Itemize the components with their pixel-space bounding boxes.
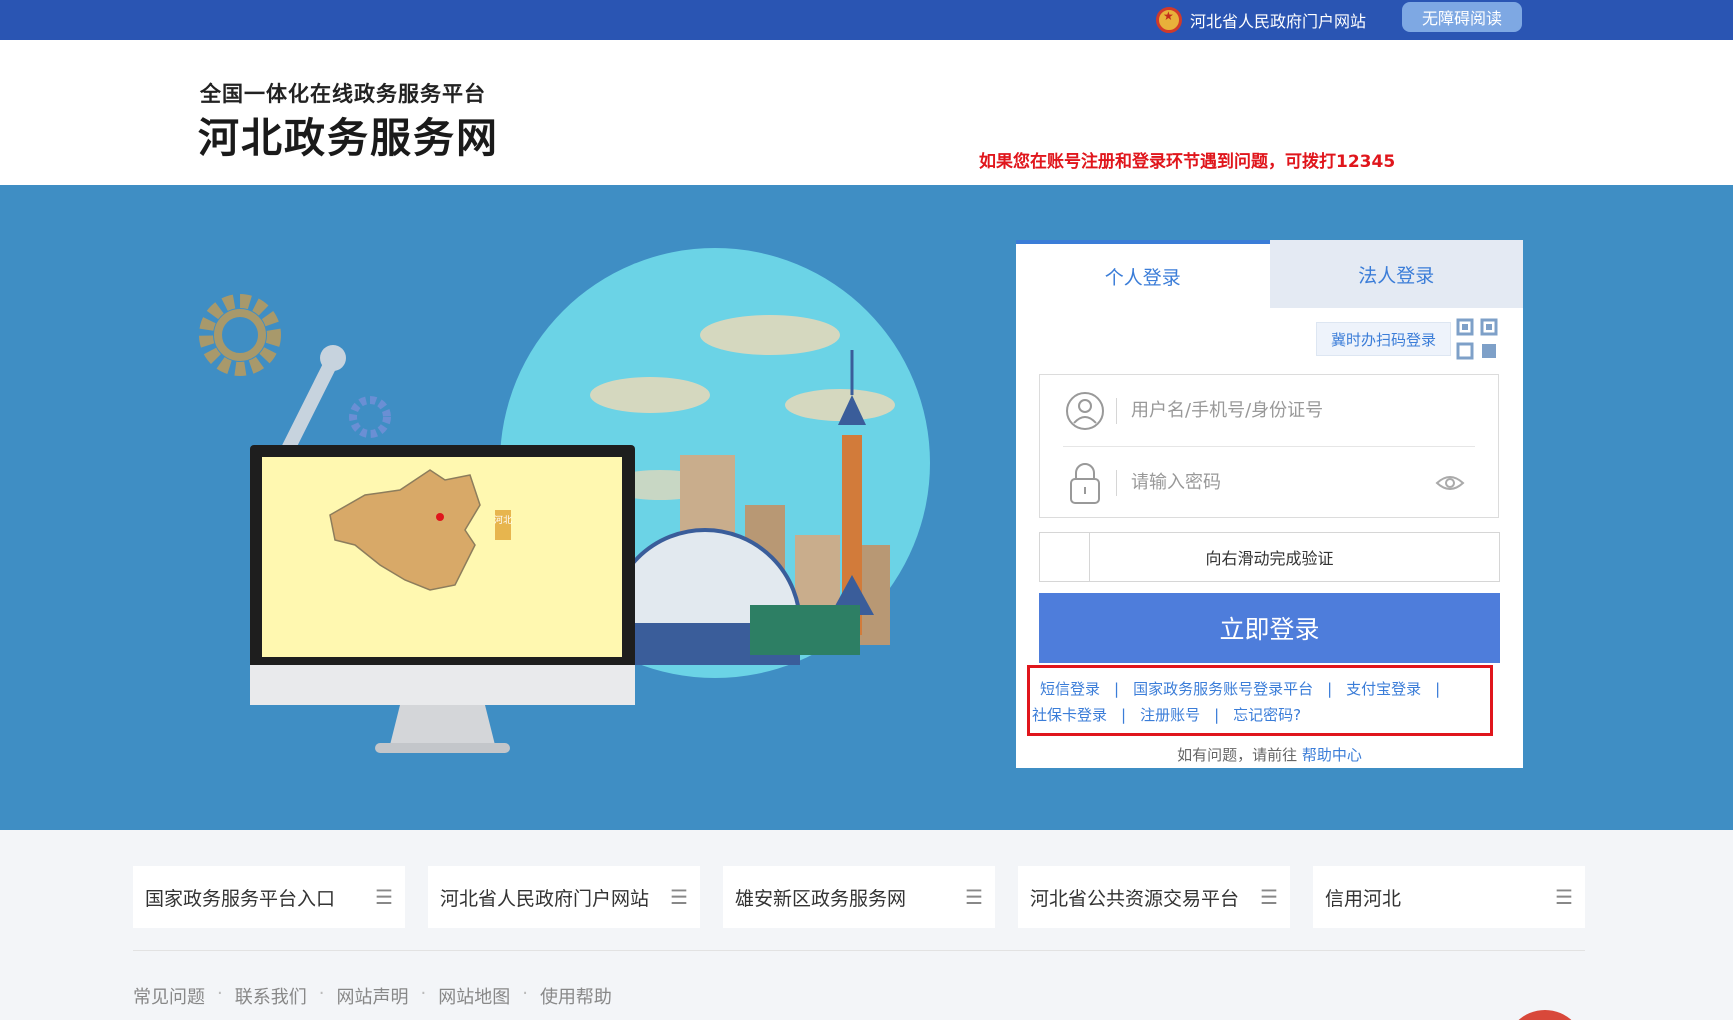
help-center-link[interactable]: 帮助中心 [1302, 746, 1362, 764]
tab-personal-login[interactable]: 个人登录 [1016, 240, 1270, 308]
alt-links-row-2: 社保卡登录 | 注册账号 | 忘记密码? [1032, 704, 1302, 725]
footer-link-contact[interactable]: 联系我们 [235, 983, 307, 1009]
forgot-password-link[interactable]: 忘记密码? [1233, 704, 1301, 725]
footer-link-statement[interactable]: 网站声明 [336, 983, 408, 1009]
quick-link-label: 国家政务服务平台入口 [145, 887, 336, 910]
national-account-login-link[interactable]: 国家政务服务账号登录平台 [1133, 678, 1313, 699]
slide-verify-track[interactable]: 向右滑动完成验证 [1039, 532, 1500, 582]
footer-link-sitemap[interactable]: 网站地图 [438, 983, 510, 1009]
gov-portal-link[interactable]: 河北省人民政府门户网站 [1156, 5, 1366, 35]
quick-link-card[interactable]: 信用河北 ☰ [1313, 866, 1585, 928]
tab-corporate-login[interactable]: 法人登录 [1269, 240, 1523, 308]
small-gear-icon [349, 396, 391, 438]
menu-icon[interactable]: ☰ [670, 885, 688, 909]
footer-divider [133, 950, 1585, 951]
site-header: 全国一体化在线政务服务平台 河北政务服务网 如果您在账号注册和登录环节遇到问题，… [0, 40, 1733, 185]
corner-badge [1505, 1010, 1585, 1020]
user-icon [1060, 386, 1110, 436]
social-card-login-link[interactable]: 社保卡登录 [1032, 704, 1107, 725]
menu-icon[interactable]: ☰ [375, 885, 393, 909]
footer-link-help[interactable]: 使用帮助 [540, 983, 612, 1009]
show-password-eye-icon[interactable] [1428, 461, 1472, 505]
quick-link-label: 雄安新区政务服务网 [735, 887, 907, 910]
lock-icon [1060, 458, 1110, 508]
wrench-icon [278, 358, 337, 462]
quick-link-label: 河北省人民政府门户网站 [440, 887, 650, 910]
register-link[interactable]: 注册账号 [1140, 704, 1200, 725]
slide-verify-handle[interactable] [1040, 533, 1090, 581]
footer-links: 常见问题 · 联系我们 · 网站声明 · 网站地图 · 使用帮助 [133, 983, 612, 1009]
menu-icon[interactable]: ☰ [1260, 885, 1278, 909]
qr-code-icon[interactable] [1456, 318, 1500, 362]
map-label: 河北 [494, 514, 512, 526]
site-title: 河北政务服务网 [198, 114, 499, 162]
footer-link-faq[interactable]: 常见问题 [133, 983, 205, 1009]
password-row [1040, 447, 1498, 518]
hero-banner: 河北 个人登录 法人登录 冀时办扫码登录 用户名/手机号/身份证号 向右滑动完成… [0, 185, 1733, 830]
quick-link-card[interactable]: 河北省人民政府门户网站 ☰ [428, 866, 700, 928]
field-separator [1116, 397, 1117, 424]
quick-link-label: 河北省公共资源交易平台 [1030, 887, 1240, 910]
login-panel: 个人登录 法人登录 冀时办扫码登录 用户名/手机号/身份证号 向右滑动完成验证 … [1016, 240, 1523, 768]
login-button[interactable]: 立即登录 [1039, 593, 1500, 663]
login-tabs: 个人登录 法人登录 [1016, 240, 1523, 308]
sms-login-link[interactable]: 短信登录 [1040, 678, 1100, 699]
accessible-reading-button[interactable]: 无障碍阅读 [1402, 2, 1522, 32]
menu-icon[interactable]: ☰ [965, 885, 983, 909]
credential-fields [1039, 374, 1499, 518]
field-separator [1116, 469, 1117, 496]
username-row [1040, 375, 1498, 446]
top-bar: 河北省人民政府门户网站 无障碍阅读 [0, 0, 1733, 40]
username-input[interactable] [1131, 400, 1431, 421]
alipay-login-link[interactable]: 支付宝登录 [1346, 678, 1421, 699]
quick-link-card[interactable]: 国家政务服务平台入口 ☰ [133, 866, 405, 928]
gov-portal-label: 河北省人民政府门户网站 [1190, 12, 1367, 31]
alt-login-links: 短信登录 | 国家政务服务账号登录平台 | 支付宝登录 | 社保卡登录 | 注册… [1027, 665, 1493, 736]
help-text: 如有问题，请前往 [1177, 746, 1298, 764]
password-input[interactable] [1131, 472, 1431, 493]
quick-link-label: 信用河北 [1325, 887, 1402, 910]
qr-login-button[interactable]: 冀时办扫码登录 [1316, 322, 1451, 356]
quick-link-card[interactable]: 河北省公共资源交易平台 ☰ [1018, 866, 1290, 928]
hero-illustration: 河北 [199, 248, 930, 753]
help-notice: 如果您在账号注册和登录环节遇到问题，可拨打12345 [979, 152, 1396, 172]
slide-verify-label: 向右滑动完成验证 [1205, 549, 1334, 568]
help-hint: 如有问题，请前往 帮助中心 [1016, 744, 1523, 765]
quick-link-card[interactable]: 雄安新区政务服务网 ☰ [723, 866, 995, 928]
menu-icon[interactable]: ☰ [1555, 885, 1573, 909]
national-emblem-icon [1156, 7, 1182, 33]
alt-links-row-1: 短信登录 | 国家政务服务账号登录平台 | 支付宝登录 | [1040, 678, 1441, 699]
